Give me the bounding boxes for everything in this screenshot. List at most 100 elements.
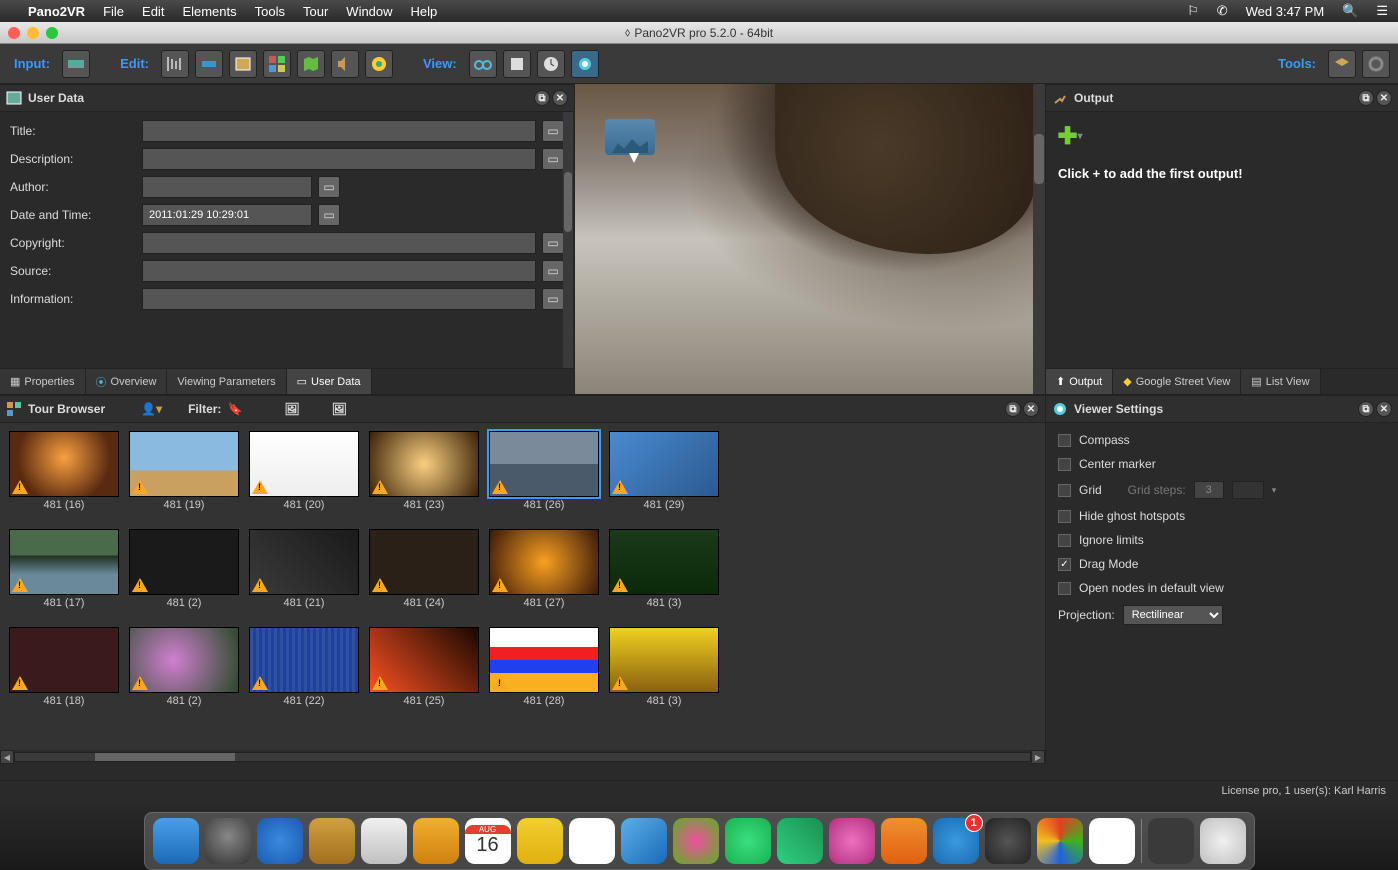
ghost-checkbox[interactable] [1058, 510, 1071, 523]
edit-sounds-button[interactable] [331, 50, 359, 78]
menu-file[interactable]: File [103, 4, 124, 19]
compass-checkbox[interactable] [1058, 434, 1071, 447]
menu-tools[interactable]: Tools [255, 4, 285, 19]
drag-mode-checkbox[interactable] [1058, 558, 1071, 571]
tab-userdata[interactable]: ▭User Data [287, 369, 372, 394]
tour-thumb[interactable]: 481 (22) [248, 627, 360, 721]
view-binoculars-button[interactable] [469, 50, 497, 78]
dock-contacts[interactable] [361, 818, 407, 864]
dock-safari[interactable] [257, 818, 303, 864]
tour-thumb[interactable]: 481 (3) [608, 529, 720, 623]
status-icon[interactable]: ⚐ [1187, 3, 1199, 19]
center-marker-checkbox[interactable] [1058, 458, 1071, 471]
spotlight-icon[interactable]: 🔍 [1342, 3, 1358, 19]
tour-thumb[interactable]: 481 (3) [608, 627, 720, 721]
panel-close-button[interactable]: ✕ [1376, 401, 1392, 417]
tour-thumb[interactable]: 481 (21) [248, 529, 360, 623]
menu-icon[interactable]: ☰ [1376, 3, 1388, 19]
panel-close-button[interactable]: ✕ [1023, 401, 1039, 417]
dock-notes[interactable] [517, 818, 563, 864]
grid-color-button[interactable] [1232, 481, 1264, 499]
tab-overview[interactable]: ⦿Overview [86, 369, 168, 394]
dock-books[interactable] [881, 818, 927, 864]
minimize-window-button[interactable] [27, 27, 39, 39]
maximize-window-button[interactable] [46, 27, 58, 39]
view-list-button[interactable] [503, 50, 531, 78]
field-copyright-file-button[interactable]: ▭ [542, 232, 564, 254]
field-copyright-input[interactable] [142, 232, 536, 254]
edit-patches-button[interactable] [195, 50, 223, 78]
field-author-input[interactable] [142, 176, 312, 198]
grid-label[interactable]: Grid [1079, 483, 1102, 497]
drag-mode-label[interactable]: Drag Mode [1079, 557, 1138, 571]
tools-skin-button[interactable] [1328, 50, 1356, 78]
field-title-input[interactable] [142, 120, 536, 142]
edit-levels-button[interactable] [161, 50, 189, 78]
clock[interactable]: Wed 3:47 PM [1246, 4, 1325, 19]
edit-map-button[interactable] [297, 50, 325, 78]
tour-thumb[interactable]: 481 (19) [128, 431, 240, 525]
dock-itunes[interactable] [829, 818, 875, 864]
field-datetime-file-button[interactable]: ▭ [318, 204, 340, 226]
panel-popout-button[interactable]: ⧉ [1358, 90, 1374, 106]
tab-streetview[interactable]: ◆Google Street View [1113, 369, 1241, 394]
ignore-limits-checkbox[interactable] [1058, 534, 1071, 547]
field-desc-file-button[interactable]: ▭ [542, 148, 564, 170]
tour-thumb[interactable]: 481 (26) [488, 431, 600, 525]
tour-user-icon[interactable]: 👤▾ [141, 402, 162, 416]
ghost-label[interactable]: Hide ghost hotspots [1079, 509, 1185, 523]
field-title-file-button[interactable]: ▭ [542, 120, 564, 142]
field-info-input[interactable] [142, 288, 536, 310]
field-source-file-button[interactable]: ▭ [542, 260, 564, 282]
dock-mail[interactable] [309, 818, 355, 864]
grid-checkbox[interactable] [1058, 484, 1071, 497]
menu-window[interactable]: Window [346, 4, 392, 19]
tour-filter-icon[interactable]: 🔖 [227, 402, 242, 416]
tab-listview[interactable]: ▤List View [1241, 369, 1320, 394]
menu-edit[interactable]: Edit [142, 4, 164, 19]
open-default-checkbox[interactable] [1058, 582, 1071, 595]
menu-tour[interactable]: Tour [303, 4, 328, 19]
tour-thumb[interactable]: 481 (2) [128, 627, 240, 721]
status-icon-2[interactable]: ✆ [1217, 3, 1228, 19]
add-output-button[interactable]: ✚▾ [1058, 124, 1082, 148]
tour-hscrollbar[interactable]: ◀▶ [0, 750, 1045, 764]
view-preview-button[interactable] [571, 50, 599, 78]
dock-launchpad[interactable] [205, 818, 251, 864]
tour-thumb[interactable]: 481 (24) [368, 529, 480, 623]
tools-gear-button[interactable] [1362, 50, 1390, 78]
view-clock-button[interactable] [537, 50, 565, 78]
projection-select[interactable]: Rectilinear [1123, 605, 1223, 625]
panel-close-button[interactable]: ✕ [552, 90, 568, 106]
tour-view-icon[interactable]: 🖼 [332, 402, 347, 416]
tour-thumb[interactable]: 481 (2) [128, 529, 240, 623]
open-default-label[interactable]: Open nodes in default view [1079, 581, 1224, 595]
preview-scrollbar[interactable] [1033, 84, 1045, 394]
dock-finder[interactable] [153, 818, 199, 864]
tour-thumb[interactable]: 481 (29) [608, 431, 720, 525]
panel-popout-button[interactable]: ⧉ [1358, 401, 1374, 417]
dock-calendar[interactable]: AUG16 [465, 818, 511, 864]
edit-google-button[interactable] [365, 50, 393, 78]
tour-thumb[interactable]: 481 (16) [8, 431, 120, 525]
tour-thumb[interactable]: 481 (28) [488, 627, 600, 721]
tour-thumb[interactable]: 481 (25) [368, 627, 480, 721]
tab-output[interactable]: ⬆Output [1046, 369, 1113, 394]
tour-thumb[interactable]: 481 (17) [8, 529, 120, 623]
ignore-limits-label[interactable]: Ignore limits [1079, 533, 1144, 547]
dock-facetime[interactable] [777, 818, 823, 864]
edit-userdata-button[interactable] [229, 50, 257, 78]
tour-thumb[interactable]: 481 (23) [368, 431, 480, 525]
compass-label[interactable]: Compass [1079, 433, 1130, 447]
dock-ibooks[interactable] [413, 818, 459, 864]
dock-photos[interactable] [673, 818, 719, 864]
menu-help[interactable]: Help [411, 4, 438, 19]
field-datetime-input[interactable] [142, 204, 312, 226]
field-desc-input[interactable] [142, 148, 536, 170]
panel-popout-button[interactable]: ⧉ [534, 90, 550, 106]
dock-reminders[interactable] [569, 818, 615, 864]
dock-pano2vr[interactable] [1037, 818, 1083, 864]
dock-window[interactable] [1148, 818, 1194, 864]
panel-close-button[interactable]: ✕ [1376, 90, 1392, 106]
menu-elements[interactable]: Elements [182, 4, 236, 19]
